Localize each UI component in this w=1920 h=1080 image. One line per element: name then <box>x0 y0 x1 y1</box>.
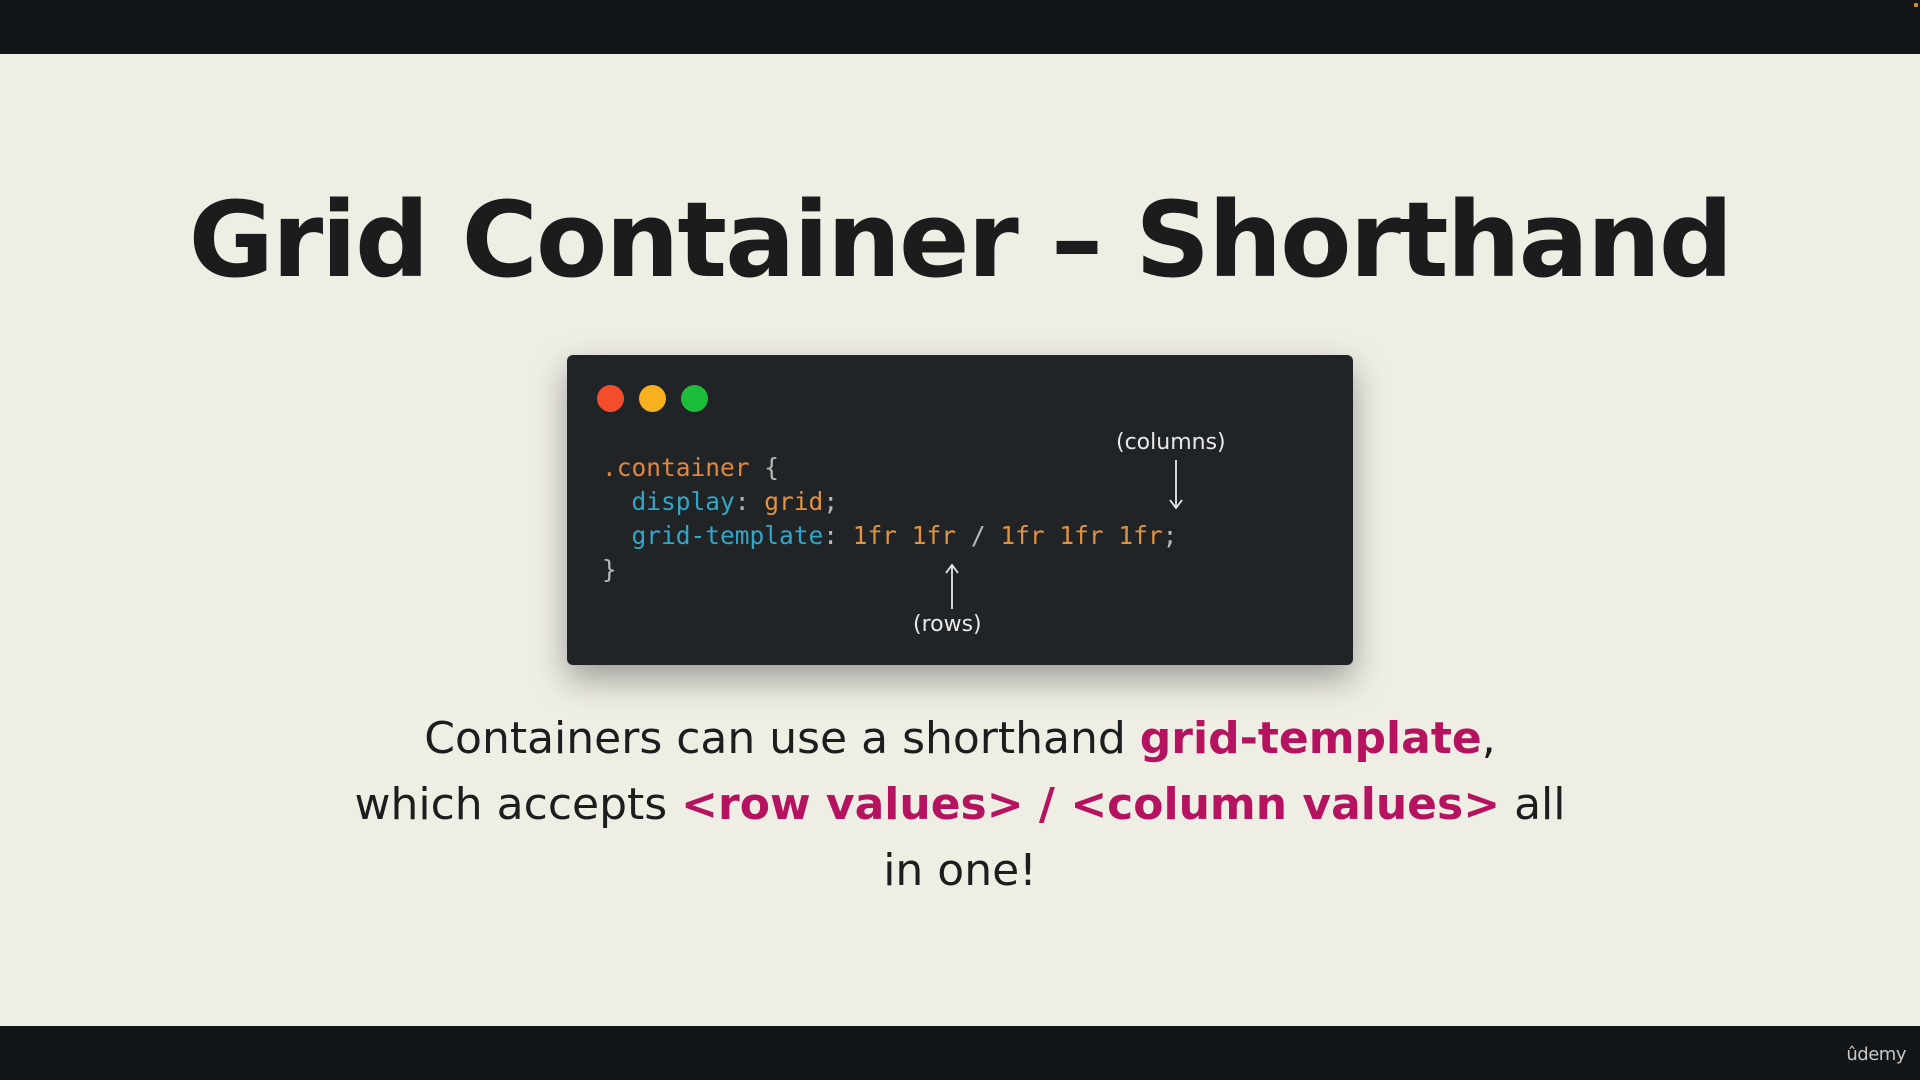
udemy-logo: ûdemy <box>1846 1044 1906 1065</box>
description-text: Containers can use a shorthand <box>424 713 1140 764</box>
code-column-values: 1fr 1fr 1fr <box>1000 521 1163 550</box>
code-semicolon: ; <box>1162 521 1178 550</box>
description-text: all <box>1500 779 1566 830</box>
code-close-brace: } <box>602 555 617 584</box>
close-dot-icon <box>597 385 624 412</box>
description-line-3: in one! <box>883 845 1037 896</box>
code-colon: : <box>734 487 765 516</box>
columns-annotation: (columns) <box>1116 430 1226 455</box>
description-line-2: which accepts <row values> / <column val… <box>0 772 1920 838</box>
rows-annotation: (rows) <box>913 612 982 637</box>
minimize-dot-icon <box>639 385 666 412</box>
top-letterbox-bar <box>0 0 1920 54</box>
slide-title: Grid Container – Shorthand <box>188 179 1734 301</box>
code-selector: .container <box>602 453 750 482</box>
code-open-brace: { <box>749 453 780 482</box>
corner-indicator <box>1914 3 1918 7</box>
video-frame: Grid Container – Shorthand .container { … <box>0 0 1920 1080</box>
code-block: .container { display: grid; grid-templat… <box>602 451 1177 587</box>
maximize-dot-icon <box>681 385 708 412</box>
bottom-letterbox-bar <box>0 1026 1920 1080</box>
code-semicolon: ; <box>823 487 839 516</box>
description-text: , <box>1481 713 1496 764</box>
code-row-values: 1fr 1fr <box>852 521 957 550</box>
code-property-grid-template: grid-template <box>631 521 824 550</box>
slide-description: Containers can use a shorthand grid-temp… <box>0 706 1920 904</box>
description-line-1: Containers can use a shorthand grid-temp… <box>0 706 1920 772</box>
code-colon: : <box>823 521 853 550</box>
code-property-display: display <box>631 487 735 516</box>
code-value-grid: grid <box>764 487 824 516</box>
highlight-grid-template: grid-template <box>1139 713 1482 764</box>
code-slash: / <box>956 521 1001 550</box>
description-text: which accepts <box>354 779 682 830</box>
highlight-row-column-values: <row values> / <column values> <box>681 779 1501 830</box>
